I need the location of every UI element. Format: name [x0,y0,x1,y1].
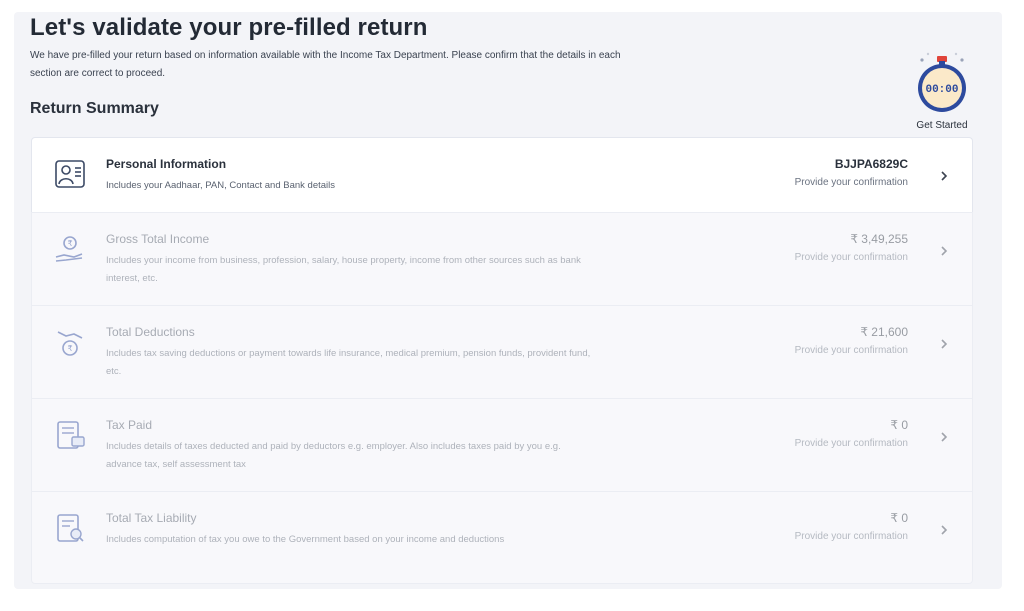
card-status: Provide your confirmation [794,252,908,263]
card-value: ₹ 21,600 [860,325,908,339]
main-panel: Let's validate your pre-filled return We… [14,12,1002,589]
timer-display: 00:00 [925,84,958,96]
card-value: ₹ 0 [890,511,908,525]
card-title: Gross Total Income [106,232,210,246]
summary-card-personal-information[interactable]: Personal Information Includes your Aadha… [31,137,973,212]
page-title: Let's validate your pre-filled return [30,14,428,41]
get-started-label[interactable]: Get Started [902,120,982,131]
page-subtitle: We have pre-filled your return based on … [30,50,621,79]
card-value: ₹ 0 [890,418,908,432]
card-description: Includes your income from business, prof… [106,255,581,284]
section-title: Return Summary [30,100,159,117]
card-description: Includes computation of tax you owe to t… [106,534,505,545]
chevron-right-icon[interactable] [938,338,950,350]
card-title: Total Tax Liability [106,511,197,525]
card-title: Tax Paid [106,418,153,432]
card-description: Includes details of taxes deducted and p… [106,441,561,470]
summary-card-tax-paid[interactable]: Tax Paid Includes details of taxes deduc… [31,398,973,491]
summary-card-total-tax-liability[interactable]: Total Tax Liability Includes computation… [31,491,973,584]
summary-card-gross-total-income[interactable]: ₹ Gross Total Income Includes your incom… [31,212,973,305]
tax-liability-icon [57,514,84,542]
summary-card-total-deductions[interactable]: ₹ Total Deductions Includes tax saving d… [31,305,973,398]
chevron-right-icon[interactable] [938,524,950,536]
card-status: Provide your confirmation [794,177,908,188]
svg-text:₹: ₹ [67,239,72,248]
get-started-widget[interactable]: 00:00 Get Started [902,46,982,131]
chevron-right-icon[interactable] [938,245,950,257]
chevron-right-icon[interactable] [938,170,950,182]
card-value: BJJPA6829C [834,157,908,171]
card-description: Includes tax saving deductions or paymen… [106,348,591,377]
card-title: Total Deductions [106,325,195,339]
personal-id-icon [55,160,85,188]
svg-text:₹: ₹ [67,344,72,353]
card-status: Provide your confirmation [794,531,908,542]
card-description: Includes your Aadhaar, PAN, Contact and … [106,180,336,191]
card-status: Provide your confirmation [794,438,908,449]
card-title: Personal Information [106,157,227,171]
stopwatch-icon: 00:00 [918,52,966,112]
chevron-right-icon[interactable] [938,431,950,443]
return-summary-list: Personal Information Includes your Aadha… [31,137,973,584]
card-value: ₹ 3,49,255 [850,232,908,246]
card-status: Provide your confirmation [794,345,908,356]
page-header: Let's validate your pre-filled return We… [30,14,730,83]
deductions-icon: ₹ [57,331,83,356]
tax-paid-icon [57,421,85,449]
income-hand-icon: ₹ [55,236,83,262]
